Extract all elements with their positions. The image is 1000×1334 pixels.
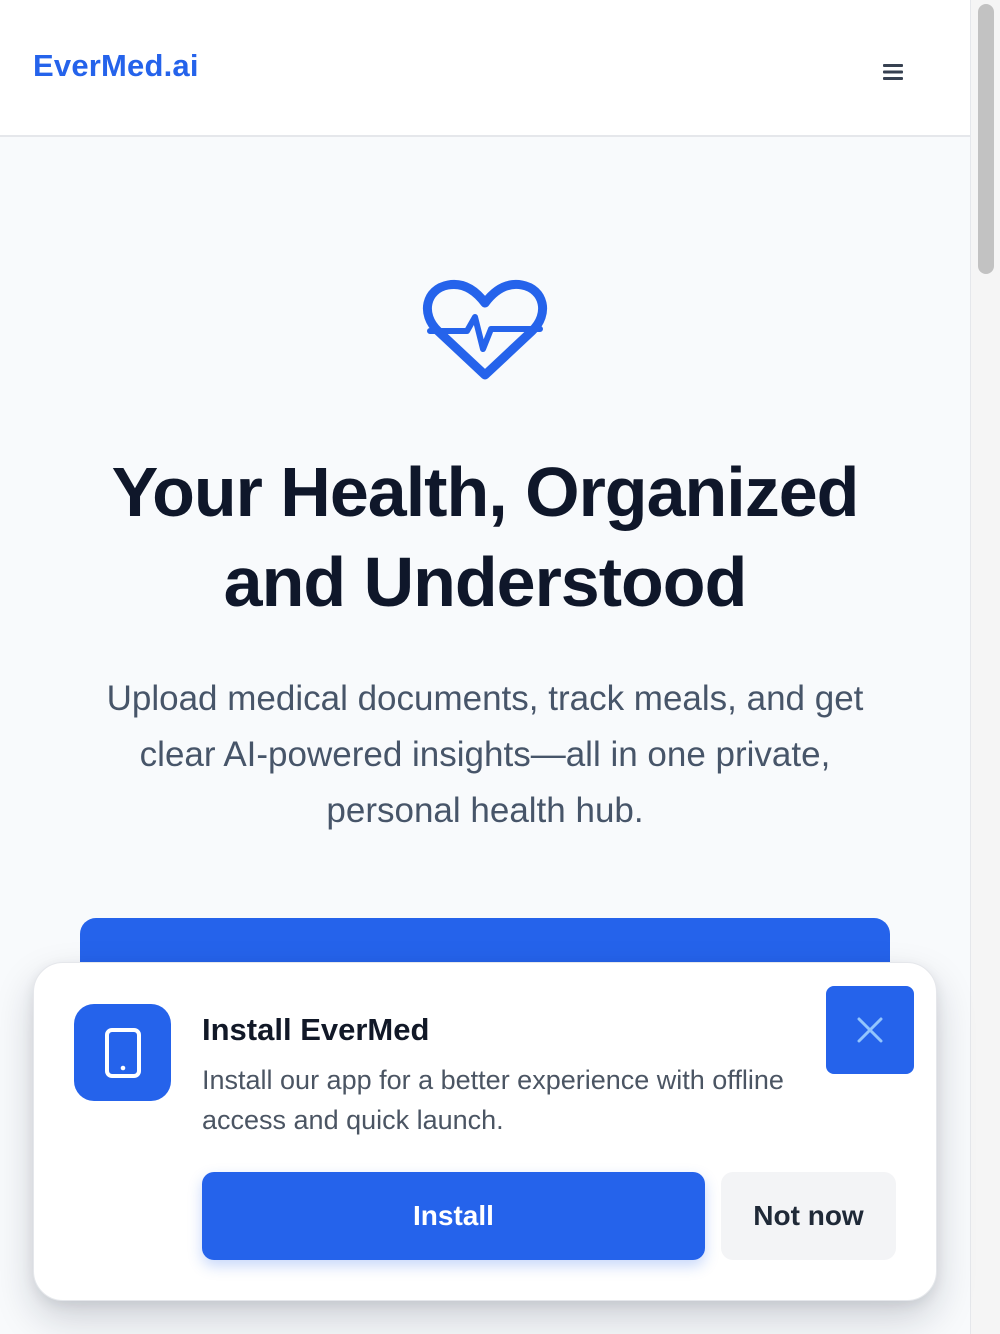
install-prompt-card: Install EverMed Install our app for a be…: [33, 962, 937, 1301]
brand-logo-link[interactable]: EverMed.ai: [33, 50, 199, 81]
hero-subtitle: Upload medical documents, track meals, a…: [106, 679, 864, 830]
close-button[interactable]: [826, 986, 914, 1074]
site-header: EverMed.ai: [0, 0, 970, 137]
page: EverMed.ai Your Health, Organized and Un…: [0, 0, 1000, 1334]
menu-button[interactable]: [868, 48, 920, 96]
scrollbar-thumb[interactable]: [978, 4, 994, 274]
install-description: Install our app for a better experience …: [202, 1065, 784, 1135]
install-title: Install EverMed: [202, 1012, 430, 1047]
heart-pulse-icon: [423, 279, 547, 380]
hamburger-menu-icon: [883, 64, 903, 80]
smartphone-icon: [104, 1027, 141, 1078]
not-now-button[interactable]: Not now: [721, 1172, 896, 1260]
hero-title: Your Health, Organized and Understood: [111, 453, 860, 621]
close-icon: [857, 1017, 883, 1043]
scrollbar[interactable]: [970, 0, 1000, 1334]
install-button[interactable]: Install: [202, 1172, 705, 1260]
app-icon: [74, 1004, 171, 1101]
